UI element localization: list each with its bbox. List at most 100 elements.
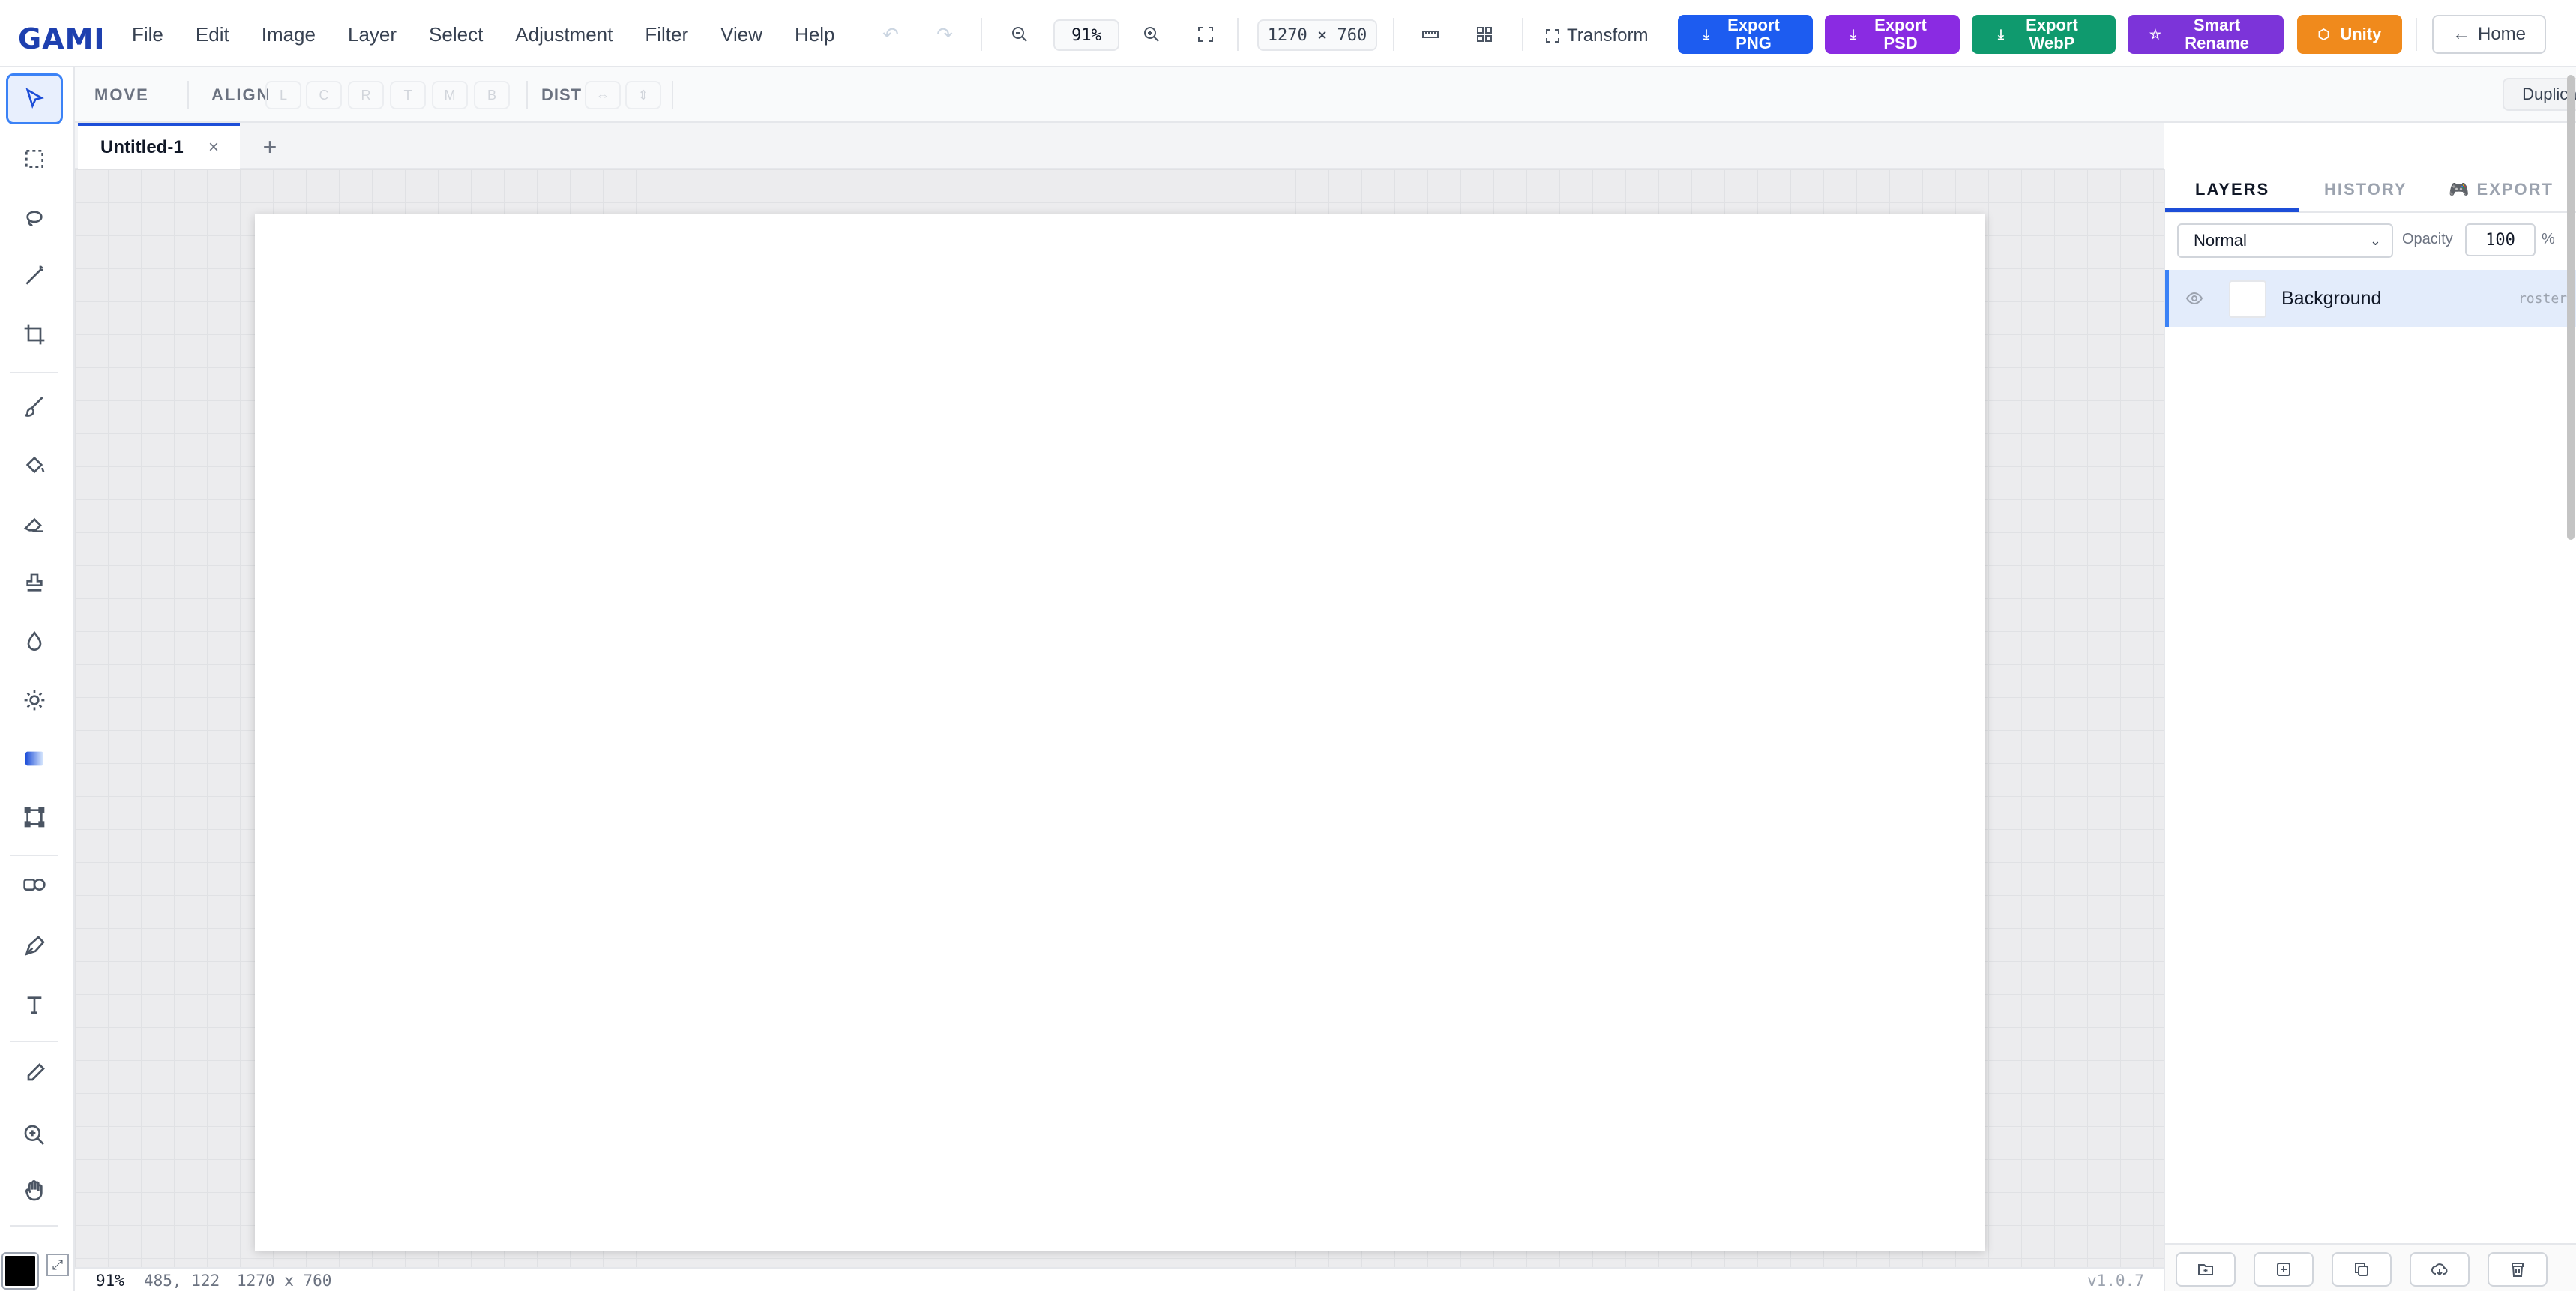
menu-file[interactable]: File [132, 23, 163, 46]
align-center-button[interactable]: C [306, 81, 342, 109]
layer-row[interactable]: Background roster [2165, 270, 2576, 327]
tab-export-label: EXPORT [2476, 180, 2554, 199]
tab-history[interactable]: HISTORY [2324, 180, 2407, 199]
arrow-left-icon: ← [2452, 24, 2470, 44]
opacity-unit: % [2542, 231, 2555, 247]
zoom-tool-icon[interactable] [6, 1110, 63, 1161]
move-tool-icon[interactable] [6, 73, 63, 124]
menu-layer[interactable]: Layer [348, 23, 397, 46]
text-tool-icon[interactable] [6, 979, 63, 1030]
free-transform-icon[interactable] [6, 792, 63, 843]
export-psd-label: Export PSD [1874, 16, 1927, 52]
home-label: Home [2477, 24, 2527, 44]
opacity-input[interactable]: 100 [2465, 223, 2536, 256]
hand-tool-icon[interactable] [6, 1165, 63, 1216]
menu-image[interactable]: Image [262, 23, 316, 46]
divider [1237, 18, 1239, 51]
foreground-color-swatch[interactable] [3, 1254, 37, 1288]
divider [10, 1041, 58, 1042]
new-folder-icon[interactable] [2176, 1252, 2236, 1287]
distribute-horizontal-button[interactable]: ⇔ [585, 81, 621, 109]
brush-tool-icon[interactable] [6, 381, 63, 432]
canvas-size-field[interactable]: 1270 × 760 [1257, 19, 1377, 51]
divider [10, 1225, 58, 1227]
align-bottom-button[interactable]: B [474, 81, 510, 109]
app-logo[interactable]: GAMI [18, 22, 106, 55]
redo-icon[interactable]: ↷ [928, 18, 961, 51]
align-label: ALIGN [211, 85, 271, 104]
align-center-label: C [319, 87, 329, 103]
zoom-level-field[interactable]: 91% [1053, 19, 1119, 51]
dodge-sun-icon[interactable] [6, 675, 63, 726]
zoom-out-icon[interactable] [1003, 18, 1036, 51]
export-webp-button[interactable]: ⤓ Export WebP [1972, 15, 2116, 54]
pen-tool-icon[interactable] [6, 921, 63, 972]
tab-export[interactable]: 🎮 EXPORT [2449, 180, 2554, 199]
divider [10, 372, 58, 373]
smart-rename-label: Smart Rename [2185, 16, 2249, 52]
lasso-tool-icon[interactable] [6, 193, 63, 244]
tab-layers[interactable]: LAYERS [2195, 180, 2269, 199]
fill-bucket-icon[interactable] [6, 439, 63, 490]
divider [187, 81, 189, 109]
home-button[interactable]: ← Home [2432, 15, 2546, 54]
distribute-vertical-label: ⇕ [637, 87, 649, 103]
chevron-down-icon: ⌄ [2369, 232, 2381, 248]
align-top-button[interactable]: T [390, 81, 426, 109]
status-canvas-size: 1270 x 760 [237, 1272, 332, 1290]
panel-tabs: LAYERS HISTORY 🎮 EXPORT [2165, 169, 2576, 213]
divider [1522, 18, 1523, 51]
smart-rename-button[interactable]: ☆ Smart Rename [2128, 15, 2284, 54]
grid-icon[interactable] [1468, 18, 1501, 51]
blend-mode-value: Normal [2194, 231, 2247, 250]
new-layer-icon[interactable] [2254, 1252, 2314, 1287]
align-left-button[interactable]: L [265, 81, 301, 109]
ruler-icon[interactable] [1414, 18, 1447, 51]
document-canvas[interactable] [255, 214, 1985, 1251]
align-middle-button[interactable]: M [432, 81, 468, 109]
panel-scrollbar[interactable] [2567, 75, 2575, 540]
merge-down-icon[interactable] [2410, 1252, 2470, 1287]
download-icon: ⤓ [1850, 27, 1856, 42]
document-tab[interactable]: Untitled-1 × [78, 123, 240, 169]
menu-adjustment[interactable]: Adjustment [515, 23, 613, 46]
document-tab-bar: Untitled-1 × + [75, 123, 2164, 169]
magic-wand-icon[interactable] [6, 250, 63, 301]
distribute-vertical-button[interactable]: ⇕ [625, 81, 661, 109]
eraser-tool-icon[interactable] [6, 498, 63, 549]
distribute-horizontal-label: ⇔ [596, 87, 610, 103]
export-png-button[interactable]: ⤓ Export PNG [1678, 15, 1813, 54]
menu-select[interactable]: Select [429, 23, 483, 46]
layer-name[interactable]: Background [2281, 288, 2381, 310]
unity-button[interactable]: ⬡ Unity [2297, 15, 2402, 54]
transform-icon [1546, 29, 1559, 43]
status-zoom: 91% [96, 1272, 124, 1290]
divider [526, 81, 528, 109]
delete-layer-icon[interactable] [2488, 1252, 2548, 1287]
align-right-button[interactable]: R [348, 81, 384, 109]
blend-mode-select[interactable]: Normal ⌄ [2177, 223, 2393, 258]
shape-tool-icon[interactable] [6, 859, 63, 910]
menu-help[interactable]: Help [795, 23, 834, 46]
gradient-tool-icon[interactable] [6, 733, 63, 784]
canvas-workspace[interactable] [75, 169, 2164, 1267]
marquee-tool-icon[interactable] [6, 133, 63, 184]
zoom-in-icon[interactable] [1135, 18, 1168, 51]
menu-view[interactable]: View [720, 23, 762, 46]
swap-colors-icon[interactable]: ⤢ [46, 1254, 69, 1276]
duplicate-layer-icon[interactable] [2332, 1252, 2392, 1287]
undo-icon[interactable]: ↶ [874, 18, 907, 51]
visibility-eye-icon[interactable] [2185, 289, 2203, 312]
menu-edit[interactable]: Edit [196, 23, 229, 46]
close-tab-icon[interactable]: × [208, 137, 219, 158]
blur-drop-icon[interactable] [6, 616, 63, 667]
export-psd-button[interactable]: ⤓ Export PSD [1825, 15, 1960, 54]
fit-screen-icon[interactable] [1189, 18, 1222, 51]
duplicate-button[interactable]: Duplicate [2503, 78, 2576, 111]
stamp-tool-icon[interactable] [6, 558, 63, 609]
eyedropper-icon[interactable] [6, 1048, 63, 1099]
transform-button[interactable]: Transform [1546, 21, 1648, 51]
add-tab-icon[interactable]: + [255, 132, 285, 162]
crop-tool-icon[interactable] [6, 309, 63, 360]
menu-filter[interactable]: Filter [645, 23, 688, 46]
